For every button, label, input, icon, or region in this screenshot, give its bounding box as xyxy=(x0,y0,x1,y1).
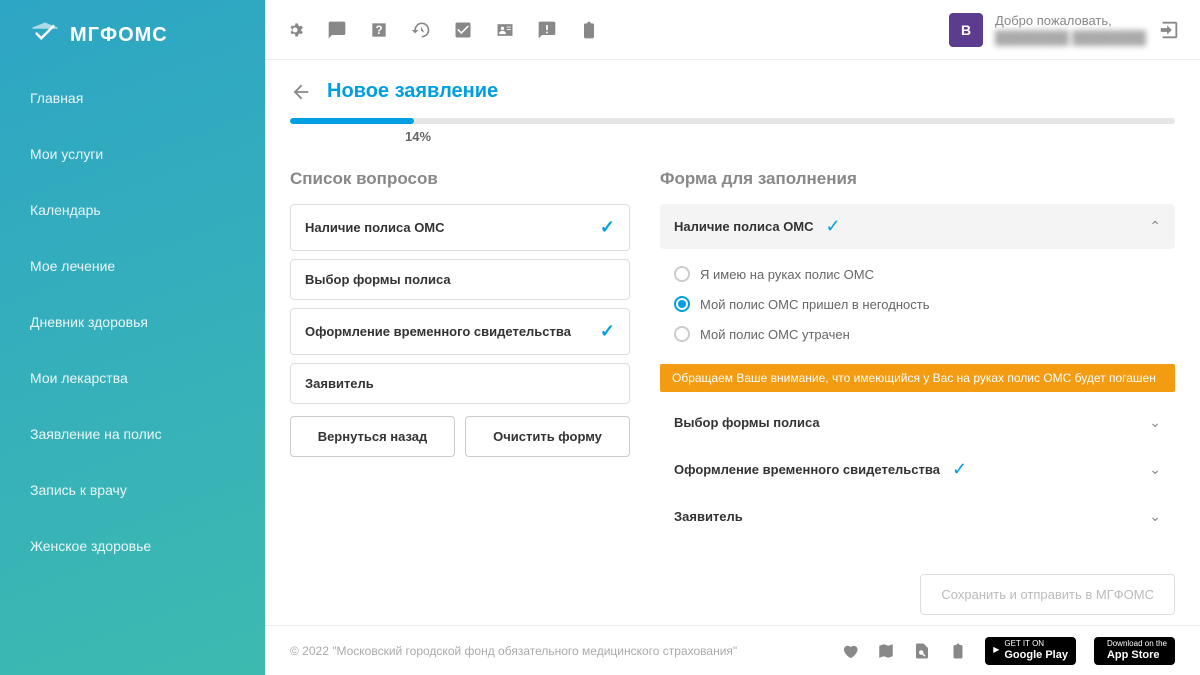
sidebar-item-womens-health[interactable]: Женское здоровье xyxy=(0,518,265,574)
form-section-label: Наличие полиса ОМС xyxy=(674,219,814,234)
question-label: Выбор формы полиса xyxy=(305,272,451,287)
sidebar-item-label: Главная xyxy=(30,90,83,106)
sidebar-item-label: Мои услуги xyxy=(30,146,103,162)
avatar-letter: В xyxy=(961,22,971,38)
progress-bar: 14% xyxy=(290,118,1175,144)
sidebar-item-medications[interactable]: Мои лекарства xyxy=(0,350,265,406)
question-item[interactable]: Наличие полиса ОМС ✓ xyxy=(290,204,630,251)
chevron-up-icon: ⌃ xyxy=(1149,218,1161,235)
play-icon: ▶ xyxy=(993,646,999,655)
store-big: Google Play xyxy=(1004,649,1068,661)
back-arrow-icon[interactable] xyxy=(290,81,312,103)
sidebar-item-main[interactable]: Главная xyxy=(0,70,265,126)
sidebar-item-label: Календарь xyxy=(30,202,101,218)
radio-option[interactable]: Мой полис ОМС утрачен xyxy=(674,319,1161,349)
radio-icon xyxy=(674,296,690,312)
avatar[interactable]: В xyxy=(949,13,983,47)
form-section-header[interactable]: Оформление временного свидетельства ✓ ⌄ xyxy=(660,447,1175,492)
form-section-header[interactable]: Выбор формы полиса ⌄ xyxy=(660,402,1175,443)
form-section-label: Заявитель xyxy=(674,509,743,524)
sidebar-item-health-diary[interactable]: Дневник здоровья xyxy=(0,294,265,350)
form-title: Форма для заполнения xyxy=(660,169,1175,189)
question-label: Заявитель xyxy=(305,376,374,391)
google-play-badge[interactable]: ▶ GET IT ONGoogle Play xyxy=(985,637,1076,665)
content: Новое заявление 14% Список вопросов Нали… xyxy=(265,60,1200,625)
clipboard-icon[interactable] xyxy=(579,20,599,40)
check-icon: ✓ xyxy=(600,321,615,342)
radio-label: Мой полис ОМС утрачен xyxy=(700,327,850,342)
search-doc-icon[interactable] xyxy=(913,642,931,660)
progress-label: 14% xyxy=(405,129,1175,144)
radio-option[interactable]: Мой полис ОМС пришел в негодность xyxy=(674,289,1161,319)
app-store-badge[interactable]: Download on theApp Store xyxy=(1094,637,1175,665)
sidebar-item-treatment[interactable]: Мое лечение xyxy=(0,238,265,294)
form-section-header[interactable]: Наличие полиса ОМС ✓ ⌃ xyxy=(660,204,1175,249)
sidebar-item-doctor-appointment[interactable]: Запись к врачу xyxy=(0,462,265,518)
contacts-icon[interactable] xyxy=(495,20,515,40)
question-item[interactable]: Выбор формы полиса xyxy=(290,259,630,300)
sidebar-item-label: Запись к врачу xyxy=(30,482,127,498)
radio-icon xyxy=(674,266,690,282)
checklist-icon[interactable] xyxy=(453,20,473,40)
sidebar-item-label: Мои лекарства xyxy=(30,370,128,386)
chevron-down-icon: ⌄ xyxy=(1149,414,1161,431)
clipboard-icon[interactable] xyxy=(949,642,967,660)
check-icon: ✓ xyxy=(952,459,967,480)
history-icon[interactable] xyxy=(411,20,431,40)
sidebar-item-label: Женское здоровье xyxy=(30,538,151,554)
chevron-down-icon: ⌄ xyxy=(1149,461,1161,478)
chevron-down-icon: ⌄ xyxy=(1149,508,1161,525)
store-small: Download on the xyxy=(1107,640,1167,649)
sidebar: МГФОМС Главная Мои услуги Календарь Мое … xyxy=(0,0,265,675)
question-item[interactable]: Заявитель xyxy=(290,363,630,404)
sidebar-item-calendar[interactable]: Календарь xyxy=(0,182,265,238)
store-big: App Store xyxy=(1107,649,1167,661)
form-section-label: Оформление временного свидетельства xyxy=(674,462,940,477)
sidebar-item-services[interactable]: Мои услуги xyxy=(0,126,265,182)
check-icon: ✓ xyxy=(826,216,841,237)
submit-button[interactable]: Сохранить и отправить в МГФОМС xyxy=(920,574,1175,615)
logo[interactable]: МГФОМС xyxy=(0,20,265,70)
question-label: Наличие полиса ОМС xyxy=(305,220,445,235)
chat-icon[interactable] xyxy=(327,20,347,40)
radio-icon xyxy=(674,326,690,342)
sidebar-item-policy-application[interactable]: Заявление на полис xyxy=(0,406,265,462)
brand-name: МГФОМС xyxy=(70,24,168,47)
store-small: GET IT ON xyxy=(1004,640,1068,649)
check-icon: ✓ xyxy=(600,217,615,238)
back-button[interactable]: Вернуться назад xyxy=(290,416,455,457)
form-section-label: Выбор формы полиса xyxy=(674,415,820,430)
copyright: © 2022 "Московский городской фонд обязат… xyxy=(290,644,737,658)
logo-icon xyxy=(30,20,60,50)
settings-icon[interactable] xyxy=(285,20,305,40)
radio-label: Мой полис ОМС пришел в негодность xyxy=(700,297,929,312)
welcome-text: Добро пожаловать, xyxy=(995,13,1146,30)
help-icon[interactable]: ? xyxy=(369,20,389,40)
form-section-header[interactable]: Заявитель ⌄ xyxy=(660,496,1175,537)
sidebar-item-label: Заявление на полис xyxy=(30,426,162,442)
radio-label: Я имею на руках полис ОМС xyxy=(700,267,874,282)
sidebar-item-label: Дневник здоровья xyxy=(30,314,148,330)
footer: © 2022 "Московский городской фонд обязат… xyxy=(265,625,1200,675)
logout-icon[interactable] xyxy=(1158,19,1180,41)
welcome-block: Добро пожаловать, ████████ ████████ xyxy=(995,13,1146,47)
question-item[interactable]: Оформление временного свидетельства ✓ xyxy=(290,308,630,355)
username: ████████ ████████ xyxy=(995,30,1146,47)
notice-banner: Обращаем Ваше внимание, что имеющийся у … xyxy=(660,364,1175,392)
topbar: ? В Добро пожаловать, ████████ ████████ xyxy=(265,0,1200,60)
clear-form-button[interactable]: Очистить форму xyxy=(465,416,630,457)
heart-icon[interactable] xyxy=(841,642,859,660)
question-label: Оформление временного свидетельства xyxy=(305,324,571,339)
radio-option[interactable]: Я имею на руках полис ОМС xyxy=(674,259,1161,289)
page-title: Новое заявление xyxy=(327,80,498,103)
feedback-icon[interactable] xyxy=(537,20,557,40)
map-icon[interactable] xyxy=(877,642,895,660)
questions-title: Список вопросов xyxy=(290,169,630,189)
sidebar-item-label: Мое лечение xyxy=(30,258,115,274)
svg-text:?: ? xyxy=(375,24,382,37)
